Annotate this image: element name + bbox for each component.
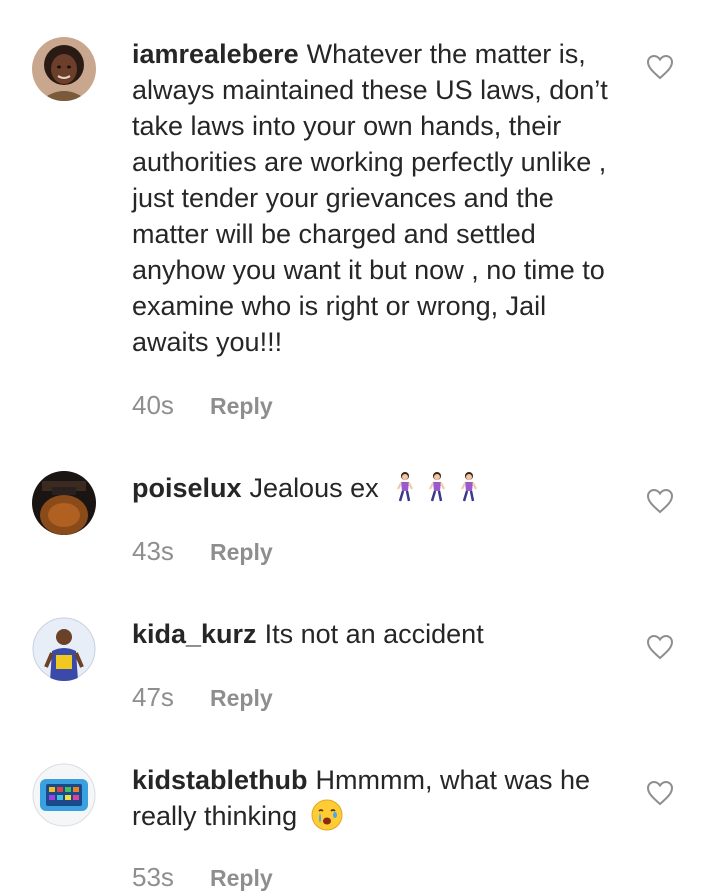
comment-timestamp: 40s — [132, 390, 174, 420]
heart-outline-icon[interactable] — [646, 780, 674, 806]
comment-meta: 43s Reply — [132, 536, 273, 567]
comment-body: Jealous ex — [249, 473, 379, 503]
reply-button[interactable]: Reply — [210, 685, 273, 712]
comment-body: Whatever the matter is, always maintaine… — [132, 39, 608, 357]
comment-username[interactable]: kida_kurz — [132, 619, 257, 649]
heart-outline-icon[interactable] — [646, 634, 674, 660]
reply-button[interactable]: Reply — [210, 539, 273, 566]
comment-timestamp: 47s — [132, 682, 174, 712]
woman-walking-emoji — [461, 472, 478, 502]
heart-outline-icon[interactable] — [646, 488, 674, 514]
heart-outline-icon[interactable] — [646, 54, 674, 80]
reply-button[interactable]: Reply — [210, 393, 273, 420]
comment-body: Its not an accident — [264, 619, 484, 649]
comment-text: kida_kurz Its not an accident — [132, 616, 618, 652]
avatar[interactable] — [32, 37, 96, 101]
reply-button[interactable]: Reply — [210, 865, 273, 892]
comment-timestamp: 53s — [132, 862, 174, 892]
crying-face-emoji — [311, 799, 343, 831]
comment-username[interactable]: iamrealebere — [132, 39, 299, 69]
comment-meta: 53s Reply — [132, 862, 273, 893]
comment-timestamp: 43s — [132, 536, 174, 566]
avatar[interactable] — [32, 617, 96, 681]
comment-text: iamrealebere Whatever the matter is, alwa… — [132, 36, 618, 360]
avatar[interactable] — [32, 763, 96, 827]
comment-meta: 40s Reply — [132, 390, 273, 421]
woman-walking-emoji — [397, 472, 414, 502]
avatar[interactable] — [32, 471, 96, 535]
woman-walking-emoji — [429, 472, 446, 502]
comment-text: kidstablethub Hmmmm, what was he really t… — [132, 762, 618, 834]
comment-username[interactable]: kidstablethub — [132, 765, 308, 795]
comment-username[interactable]: poiselux — [132, 473, 242, 503]
comment-text: poiselux Jealous ex — [132, 470, 618, 506]
comment-meta: 47s Reply — [132, 682, 273, 713]
